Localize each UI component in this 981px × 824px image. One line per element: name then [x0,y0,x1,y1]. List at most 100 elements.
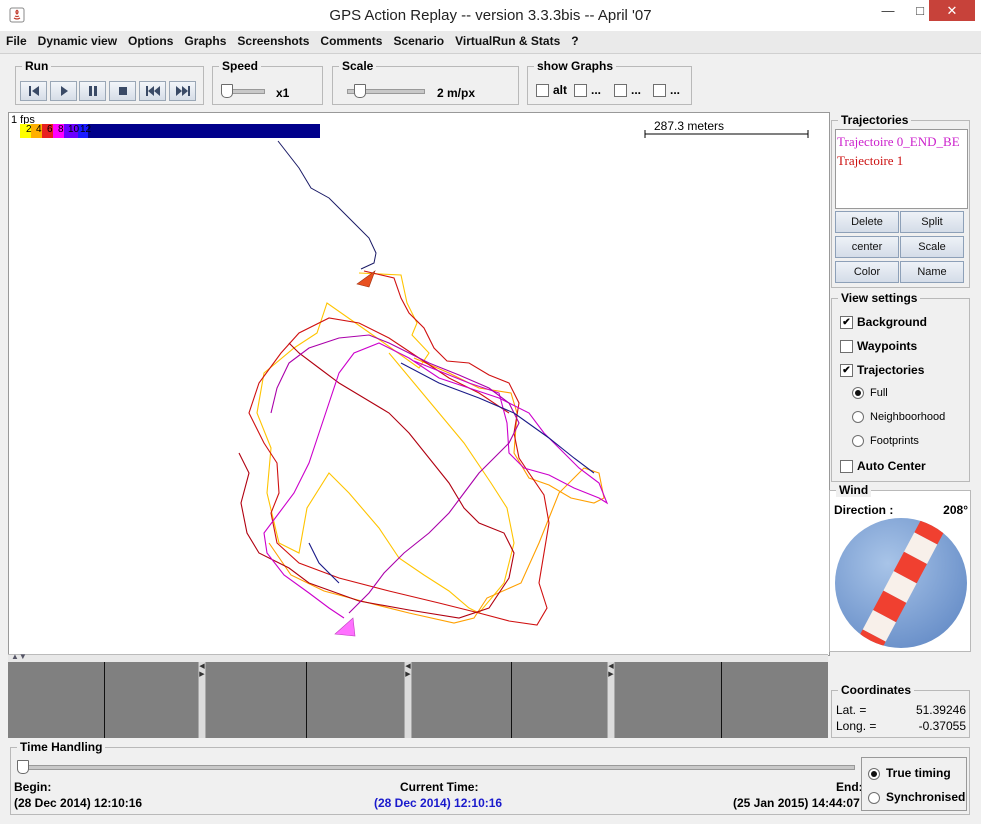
begin-value: (28 Dec 2014) 12:10:16 [14,796,143,810]
footprints-label: Footprints [870,435,919,447]
menu-comments[interactable]: Comments [314,31,387,48]
track-magenta-1 [263,342,609,619]
background-label: Background [857,315,928,329]
run-label: Run [22,59,52,73]
approach-track [277,140,377,270]
trajectory-item-0[interactable]: Trajectoire 0_END_BE [836,130,967,150]
trajectories-option-label: Trajectories [857,363,925,377]
checkbox-checked-icon: ✔ [840,364,853,378]
graph-2-checkbox[interactable]: ... [574,83,602,98]
speed-slider-thumb[interactable] [221,84,233,98]
time-handling-panel: Time Handling Begin: (28 Dec 2014) 12:10… [10,740,970,815]
frame-separator [306,662,307,738]
color-button[interactable]: Color [835,261,899,283]
split-button[interactable]: Split [900,211,964,233]
menu-help[interactable]: ? [565,31,583,48]
trajectory-item-1[interactable]: Trajectoire 1 [836,150,967,169]
checkbox-box [536,84,549,98]
neighbourhood-label: Neighboorhood [870,411,946,423]
true-timing-radio[interactable]: True timing [868,766,951,780]
frame-handle[interactable]: ◀ ▶ [607,662,615,738]
wind-direction-label: Direction : [834,503,894,517]
current-time-label: Current Time: [400,780,479,794]
trajectories-panel: Trajectories Trajectoire 0_END_BE Trajec… [831,113,970,288]
time-slider-thumb[interactable] [17,760,29,774]
delete-button[interactable]: Delete [835,211,899,233]
radio-icon [868,791,880,804]
neighbourhood-radio[interactable]: Neighboorhood [852,411,946,424]
menu-options[interactable]: Options [122,31,178,48]
frame-separator [104,662,105,738]
speed-group: Speed x1 [212,59,323,105]
menu-bar: File Dynamic view Options Graphs Screenshots… [0,31,981,54]
radio-icon [852,435,864,448]
time-handling-label: Time Handling [17,740,106,754]
checkbox-box [574,84,587,98]
timing-mode-box: True timing Synchronised [861,757,967,811]
frame-handle[interactable]: ◀ ▶ [404,662,412,738]
minimize-button[interactable]: — [872,0,904,21]
scale-value: 2 m/px [437,86,476,100]
auto-center-checkbox[interactable]: Auto Center [840,459,926,474]
close-button[interactable]: ✕ [929,0,975,21]
play-button[interactable] [50,81,77,101]
wind-label: Wind [836,483,872,497]
scale-label: Scale [339,59,377,73]
checkbox-box [840,460,853,474]
true-timing-label: True timing [886,766,951,780]
collapse-up-icon[interactable]: ▲▼ [11,652,27,661]
menu-virtualrun-stats[interactable]: VirtualRun & Stats [449,31,565,48]
speed-label: Speed [219,59,262,73]
run-group: Run [15,59,204,105]
checkbox-box [840,340,853,354]
graph-2-label: ... [591,83,602,97]
trajectory-list[interactable]: Trajectoire 0_END_BE Trajectoire 1 [835,129,968,209]
menu-scenario[interactable]: Scenario [387,31,449,48]
fast-forward-icon [175,86,190,96]
graph-4-checkbox[interactable]: ... [653,83,680,98]
waypoints-label: Waypoints [857,339,918,353]
graph-3-label: ... [631,83,642,97]
map-scale-bar [644,130,809,138]
scale-slider-thumb[interactable] [353,84,366,98]
end-marker-icon [334,617,356,637]
trajectories-checkbox[interactable]: ✔ Trajectories [840,363,925,378]
fast-forward-button[interactable] [169,81,196,101]
graph-alt-checkbox[interactable]: alt [536,83,567,98]
map-view[interactable]: 1 fps 2 4 6 8 10 12 287.3 meters [8,112,830,656]
menu-screenshots[interactable]: Screenshots [231,31,314,48]
radio-selected-icon [852,387,864,400]
view-settings-label: View settings [838,291,921,305]
step-back-button[interactable] [20,81,47,101]
track-magenta-2 [270,334,520,614]
end-value: (25 Jan 2015) 14:44:07 [733,796,860,810]
footprints-radio[interactable]: Footprints [852,435,919,448]
name-button[interactable]: Name [900,261,964,283]
window-title: GPS Action Replay -- version 3.3.3bis --… [329,7,652,24]
auto-center-label: Auto Center [857,459,926,473]
stop-button[interactable] [109,81,136,101]
synchronised-radio[interactable]: Synchronised [868,790,965,804]
scale-button[interactable]: Scale [900,236,964,258]
pause-button[interactable] [79,81,106,101]
menu-dynamic-view[interactable]: Dynamic view [32,31,122,48]
rewind-button[interactable] [139,81,166,101]
radio-icon [852,411,864,424]
wind-direction-value: 208° [943,503,968,517]
background-checkbox[interactable]: ✔ Background [840,315,928,330]
waypoints-checkbox[interactable]: Waypoints [840,339,918,354]
begin-label: Begin: [14,780,52,794]
full-radio[interactable]: Full [852,387,888,400]
center-button[interactable]: center [835,236,899,258]
frame-handle[interactable]: ◀ ▶ [198,662,206,738]
time-slider-track[interactable] [17,765,855,770]
frame-separator [511,662,512,738]
graph-3-checkbox[interactable]: ... [614,83,642,98]
wind-panel: Wind Direction : 208° [829,483,971,652]
long-label: Long. = [836,719,877,733]
menu-graphs[interactable]: Graphs [178,31,231,48]
menu-file[interactable]: File [0,31,32,48]
full-label: Full [870,387,888,399]
screenshot-filmstrip[interactable]: ◀ ▶ ◀ ▶ ◀ ▶ [8,662,828,738]
frame-separator [721,662,722,738]
